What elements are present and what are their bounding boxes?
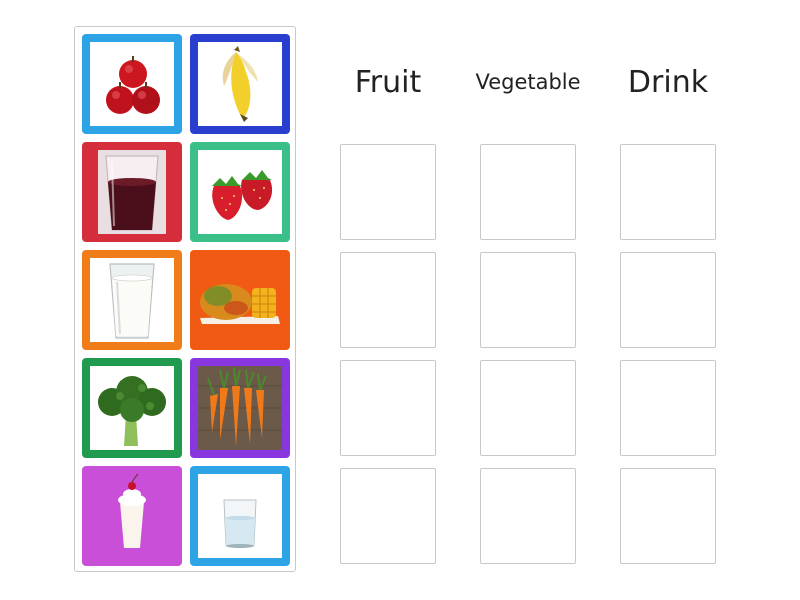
broccoli-image xyxy=(90,366,174,450)
drop-slot-drink-3[interactable] xyxy=(620,360,716,456)
drop-slot-vegetable-2[interactable] xyxy=(480,252,576,348)
milk-glass-image xyxy=(90,258,174,342)
mango-image xyxy=(200,284,280,324)
drop-slot-drink-2[interactable] xyxy=(620,252,716,348)
drop-slot-fruit-2[interactable] xyxy=(340,252,436,348)
tile-milkshake[interactable] xyxy=(82,466,182,566)
tile-juice-cup[interactable] xyxy=(82,142,182,242)
drop-slot-drink-1[interactable] xyxy=(620,144,716,240)
banana-image xyxy=(198,42,282,126)
tile-strawberries[interactable] xyxy=(190,142,290,242)
tile-apples[interactable] xyxy=(82,34,182,134)
drop-slot-vegetable-3[interactable] xyxy=(480,360,576,456)
drop-slot-drink-4[interactable] xyxy=(620,468,716,564)
column-header-fruit: Fruit xyxy=(354,64,422,100)
drop-slot-vegetable-4[interactable] xyxy=(480,468,576,564)
drop-slot-fruit-1[interactable] xyxy=(340,144,436,240)
column-header-vegetable: Vegetable xyxy=(475,70,581,94)
column-header-drink: Drink xyxy=(627,64,709,100)
juice-cup-image xyxy=(98,150,166,234)
water-glass-image xyxy=(198,474,282,558)
tile-carrots[interactable] xyxy=(190,358,290,458)
strawberries-image xyxy=(198,150,282,234)
tile-milk-glass[interactable] xyxy=(82,250,182,350)
milkshake-image xyxy=(118,473,146,548)
drop-slot-fruit-3[interactable] xyxy=(340,360,436,456)
drop-slot-vegetable-1[interactable] xyxy=(480,144,576,240)
apples-image xyxy=(90,42,174,126)
drop-slot-fruit-4[interactable] xyxy=(340,468,436,564)
tile-water-glass[interactable] xyxy=(190,466,290,566)
tile-broccoli[interactable] xyxy=(82,358,182,458)
carrots-image xyxy=(198,366,282,450)
tile-mango[interactable] xyxy=(190,250,290,350)
tile-banana[interactable] xyxy=(190,34,290,134)
